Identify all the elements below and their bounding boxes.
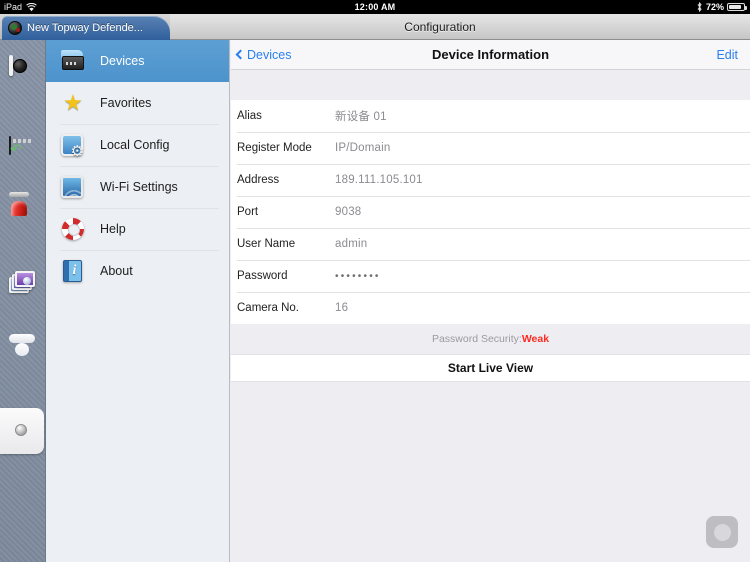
gear-icon	[8, 417, 36, 445]
app-body: Devices ★ Favorites Local Config Wi-Fi S…	[0, 40, 750, 562]
app-title-bar: Configuration	[170, 14, 750, 40]
tab-new-topway-defender[interactable]: New Topway Defende...	[2, 16, 170, 40]
detail-navbar: Devices Device Information Edit	[231, 40, 750, 70]
row-value: admin	[335, 238, 368, 250]
row-alias[interactable]: Alias 新设备 01	[231, 100, 750, 132]
sidebar-item-label: Favorites	[100, 96, 152, 110]
sidebar-item-label: Help	[100, 222, 126, 236]
password-security-band: Password Security: Weak	[231, 324, 750, 354]
picture-gallery-icon	[9, 271, 37, 299]
rail-item-configuration[interactable]	[0, 408, 44, 454]
row-port[interactable]: Port 9038	[231, 196, 750, 228]
row-user-name[interactable]: User Name admin	[231, 228, 750, 260]
ios-status-bar: iPad 12:00 AM 72%	[0, 0, 750, 14]
sidebar-item-label: Local Config	[100, 138, 170, 152]
wifi-screen-icon	[60, 175, 86, 199]
row-address[interactable]: Address 189.111.105.101	[231, 164, 750, 196]
sidebar-item-devices[interactable]: Devices	[46, 40, 229, 82]
info-book-icon	[60, 259, 86, 283]
sidebar-menu: Devices ★ Favorites Local Config Wi-Fi S…	[46, 40, 230, 562]
page-title: Configuration	[404, 19, 476, 34]
device-box-icon	[60, 49, 86, 73]
sidebar-item-local-config[interactable]: Local Config	[46, 124, 229, 166]
status-clock: 12:00 AM	[354, 2, 396, 12]
password-security-label: Password Security:	[431, 333, 522, 345]
row-label: Camera No.	[237, 302, 299, 314]
sidebar-item-favorites[interactable]: ★ Favorites	[46, 82, 229, 124]
row-value: 16	[335, 302, 349, 314]
battery-percent-label: 72%	[705, 2, 724, 12]
rail-item-playback[interactable]	[0, 128, 46, 174]
detail-title: Device Information	[431, 47, 550, 62]
playback-icon	[9, 136, 37, 165]
row-value: IP/Domain	[335, 142, 391, 154]
start-live-view-button[interactable]: Start Live View	[231, 354, 750, 382]
app-window: iPad 12:00 AM 72% New Topway Defende... …	[0, 0, 750, 562]
password-security-level: Weak	[521, 333, 550, 345]
row-value: 新设备 01	[335, 111, 387, 123]
rail-item-alarm[interactable]	[0, 190, 46, 236]
cloud-icon	[9, 343, 37, 371]
row-value-masked: ••••••••	[335, 270, 381, 282]
sidebar-item-wifi-settings[interactable]: Wi-Fi Settings	[46, 166, 229, 208]
star-icon: ★	[63, 90, 83, 115]
top-spacer	[231, 70, 750, 100]
edit-button[interactable]: Edit	[716, 48, 738, 62]
tab-title: New Topway Defende...	[27, 22, 143, 34]
lifebuoy-icon	[60, 217, 86, 241]
row-label: Port	[237, 206, 259, 218]
row-label: Address	[237, 174, 280, 186]
status-right-group: 72%	[696, 0, 747, 14]
rail-item-cloud[interactable]	[0, 334, 46, 380]
device-info-form: Alias 新设备 01 Register Mode IP/Domain Add…	[231, 100, 750, 324]
row-label: Password	[237, 270, 288, 282]
assistive-touch-icon[interactable]	[706, 516, 738, 548]
camera-lens-icon	[8, 21, 22, 35]
row-label: Alias	[237, 110, 262, 122]
alarm-siren-icon	[9, 192, 37, 227]
sidebar-item-label: About	[100, 264, 133, 278]
row-password[interactable]: Password ••••••••	[231, 260, 750, 292]
row-camera-no[interactable]: Camera No. 16	[231, 292, 750, 324]
detail-pane: Devices Device Information Edit Alias 新设…	[231, 40, 750, 562]
gear-screen-icon	[60, 133, 86, 159]
rail-item-live-view[interactable]	[0, 48, 46, 94]
row-value: 189.111.105.101	[335, 174, 423, 186]
row-label: Register Mode	[237, 142, 312, 154]
row-value: 9038	[335, 206, 362, 218]
sidebar-item-help[interactable]: Help	[46, 208, 229, 250]
row-label: User Name	[237, 238, 296, 250]
battery-icon	[727, 3, 747, 11]
rail-item-pictures[interactable]	[0, 262, 46, 308]
module-rail	[0, 40, 46, 562]
row-register-mode[interactable]: Register Mode IP/Domain	[231, 132, 750, 164]
sidebar-item-label: Devices	[100, 54, 145, 68]
bluetooth-icon	[697, 2, 702, 12]
sidebar-item-label: Wi-Fi Settings	[100, 180, 178, 194]
sidebar-item-about[interactable]: About	[46, 250, 229, 292]
live-view-icon	[9, 55, 37, 85]
